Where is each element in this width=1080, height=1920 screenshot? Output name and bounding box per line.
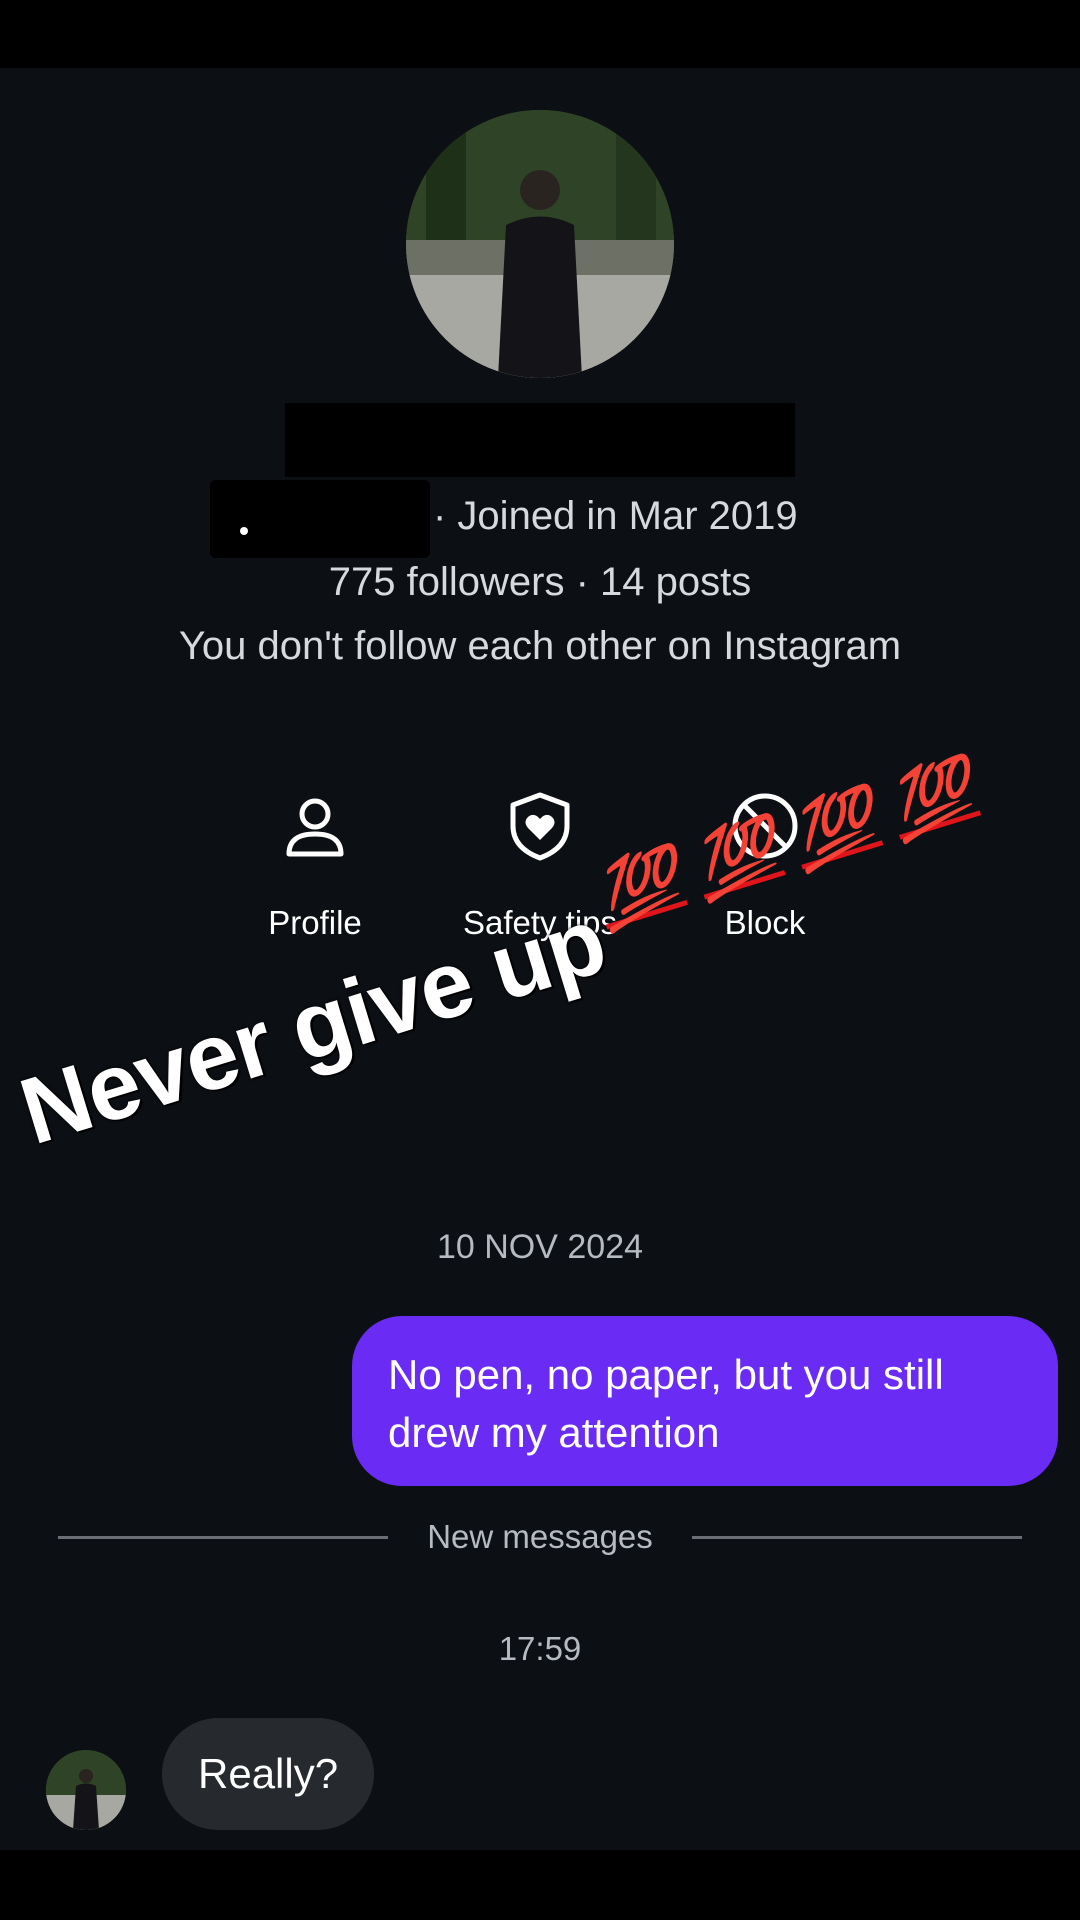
incoming-message[interactable]: Really? [162,1718,375,1830]
block-label: Block [724,904,806,941]
message-timestamp: 17:59 [498,1630,582,1667]
avatar-photo [406,110,674,378]
hundred-emoji: 💯 [880,749,984,848]
name-redaction [285,403,795,477]
sender-avatar-photo [46,1750,126,1830]
username-redaction [210,480,430,558]
shield-heart-icon [510,792,570,861]
divider-right [692,1536,1022,1539]
profile-avatar[interactable] [406,110,674,378]
profile-stats: 775 followers · 14 posts [328,560,752,604]
date-separator: 10 NOV 2024 [436,1228,644,1266]
profile-action-label: Profile [268,904,362,941]
joined-date: · Joined in Mar 2019 [433,494,798,538]
redaction-dot [240,527,248,535]
profile-action[interactable]: Profile [205,790,425,942]
person-icon [286,798,344,857]
top-black-band [0,0,1080,68]
follow-status: You don't follow each other on Instagram [178,624,902,668]
bottom-black-band [0,1850,1080,1920]
sender-avatar[interactable] [46,1750,126,1830]
outgoing-message[interactable]: No pen, no paper, but you still drew my … [352,1316,1058,1486]
